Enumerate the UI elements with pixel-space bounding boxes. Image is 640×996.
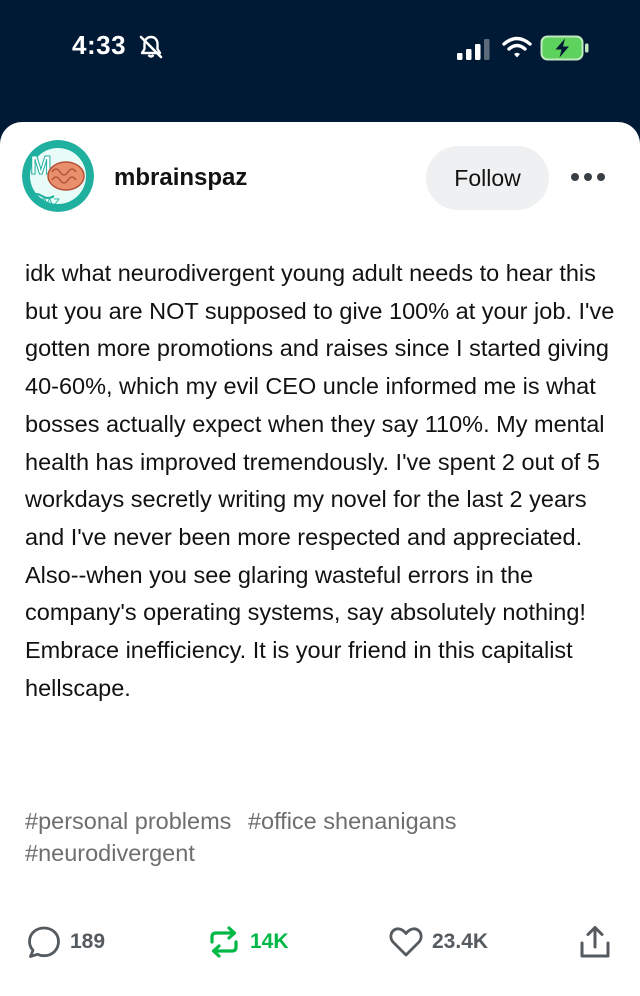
- reblog-count: 14K: [250, 930, 289, 953]
- bell-slash-icon: [139, 35, 163, 59]
- tag-list: #personal problems #office shenanigans #…: [25, 805, 615, 869]
- share-icon: [580, 926, 610, 958]
- tag-link[interactable]: #neurodivergent: [25, 840, 195, 866]
- heart-icon: [389, 927, 423, 957]
- comment-bubble-icon: [28, 926, 60, 958]
- ellipsis-icon: [571, 173, 605, 181]
- reblog-icon: [210, 926, 238, 958]
- like-count: 23.4K: [432, 930, 489, 953]
- comment-count: 189: [70, 930, 106, 953]
- share-button[interactable]: [578, 924, 612, 960]
- follow-button[interactable]: Follow: [426, 146, 549, 210]
- post-body: idk what neurodivergent young adult need…: [25, 260, 615, 701]
- reblog-button[interactable]: 14K: [206, 922, 289, 962]
- status-time: 4:33: [72, 30, 127, 60]
- cellular-signal-icon: [457, 39, 490, 60]
- comments-button[interactable]: 189: [26, 922, 105, 962]
- battery-charging-icon: [540, 35, 589, 61]
- brain-avatar-icon: M SPAZ: [22, 140, 94, 212]
- status-bar: 4:33: [0, 0, 640, 120]
- like-button[interactable]: 23.4K: [388, 922, 488, 962]
- more-options-button[interactable]: [566, 162, 610, 192]
- avatar[interactable]: M SPAZ: [22, 140, 94, 212]
- wifi-icon: [502, 36, 532, 58]
- tag-link[interactable]: #office shenanigans: [248, 808, 457, 834]
- username[interactable]: mbrainspaz: [114, 164, 247, 192]
- tag-link[interactable]: #personal problems: [25, 808, 231, 834]
